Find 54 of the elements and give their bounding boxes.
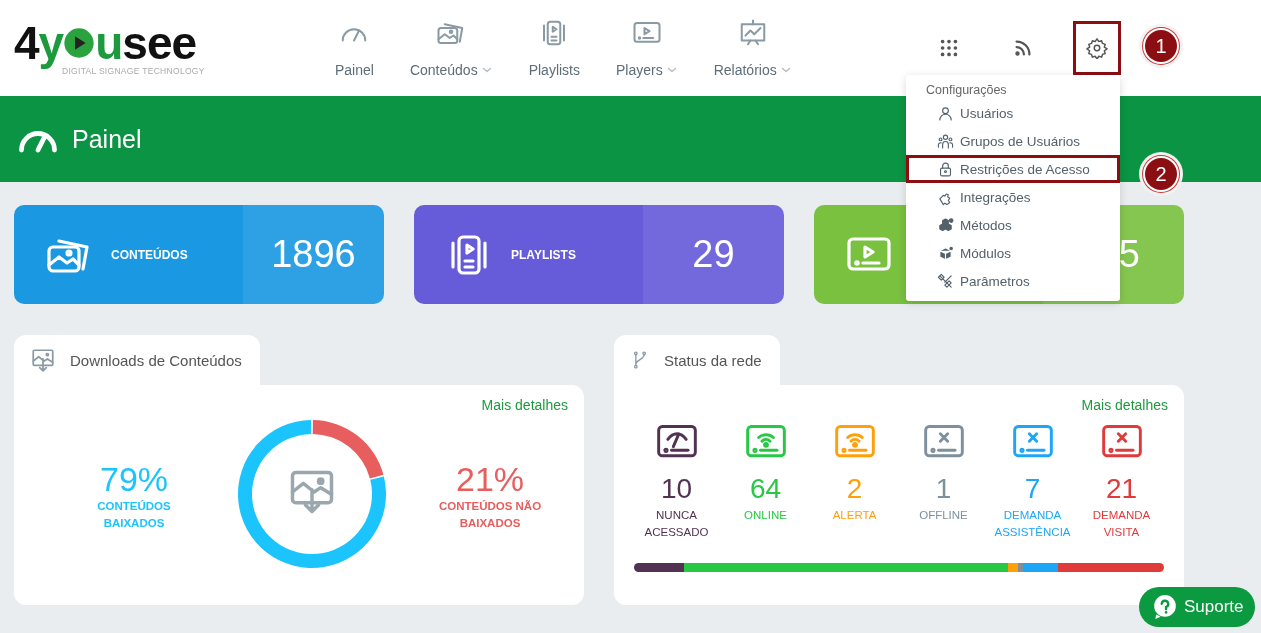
status-count: 10 [660, 472, 693, 506]
status-label: ALERTA [832, 508, 877, 523]
menu-item[interactable]: Usuários [906, 99, 1120, 127]
support-button[interactable]: Suporte [1139, 587, 1255, 627]
menu-heading: Configurações [925, 83, 1008, 97]
status-label: DEMANDA ASSISTÊNCIA [993, 508, 1072, 540]
card-value: 5 [1118, 233, 1140, 276]
status-count: 7 [1024, 472, 1041, 506]
user-icon [937, 104, 954, 122]
status-count: 1 [935, 472, 952, 506]
percent-label: CONTEÚDOS NÃO BAIXADOS [437, 499, 543, 531]
percent-value: 21% [455, 460, 525, 498]
apps-grid-icon [938, 37, 960, 59]
users-icon [937, 132, 954, 150]
card-label: PLAYLISTS [511, 247, 576, 262]
nav-item[interactable]: Painel [329, 18, 380, 78]
help-icon [1152, 594, 1178, 620]
menu-item[interactable]: Métodos [906, 211, 1120, 239]
nav-item[interactable]: Conteúdos [403, 18, 499, 78]
percent-label: CONTEÚDOS BAIXADOS [96, 499, 172, 531]
menu-item[interactable]: Integrações [906, 183, 1120, 211]
status-label: OFFLINE [919, 508, 968, 523]
status-count: 64 [749, 472, 782, 506]
status-label: DEMANDA VISITA [1091, 508, 1152, 540]
lock-icon [937, 160, 954, 178]
nav-item[interactable]: Relatórios [707, 18, 798, 78]
settings-icon [1086, 37, 1108, 59]
tools-icon [937, 272, 954, 290]
status-count: 21 [1105, 472, 1138, 506]
nav-item[interactable]: Playlists [522, 18, 586, 78]
details-link[interactable]: Mais detalhes [481, 397, 568, 413]
page-title: Painel [72, 124, 142, 154]
status-label: NUNCA ACESSADO [643, 508, 710, 540]
card-value: 1896 [271, 233, 356, 276]
logo-tagline: DIGITAL SIGNAGE TECHNOLOGY [62, 66, 206, 76]
menu-item[interactable]: Grupos de Usuários [906, 127, 1120, 155]
image-download-icon [30, 347, 56, 373]
card-label: CONTEÚDOS [111, 247, 188, 262]
details-link[interactable]: Mais detalhes [1081, 397, 1168, 413]
menu-item[interactable]: Restrições de Acesso [906, 155, 1120, 183]
card-value: 29 [692, 233, 735, 276]
panel-title: Downloads de Conteúdos [70, 351, 242, 369]
nav-item[interactable]: Players [610, 18, 684, 78]
play-icon [63, 27, 96, 59]
menu-item[interactable]: Parâmetros [906, 267, 1120, 295]
cube-icon [937, 244, 954, 262]
toolbar-button[interactable] [1073, 21, 1121, 75]
stat-card[interactable]: PLAYLISTS 29 [414, 205, 784, 304]
status-label: ONLINE [744, 508, 787, 523]
status-count: 2 [846, 472, 863, 506]
stat-card[interactable]: CONTEÚDOS 1896 [14, 205, 384, 304]
percent-value: 79% [99, 460, 169, 498]
menu-item[interactable]: Módulos [906, 239, 1120, 267]
panel-title: Status da rede [664, 351, 762, 369]
